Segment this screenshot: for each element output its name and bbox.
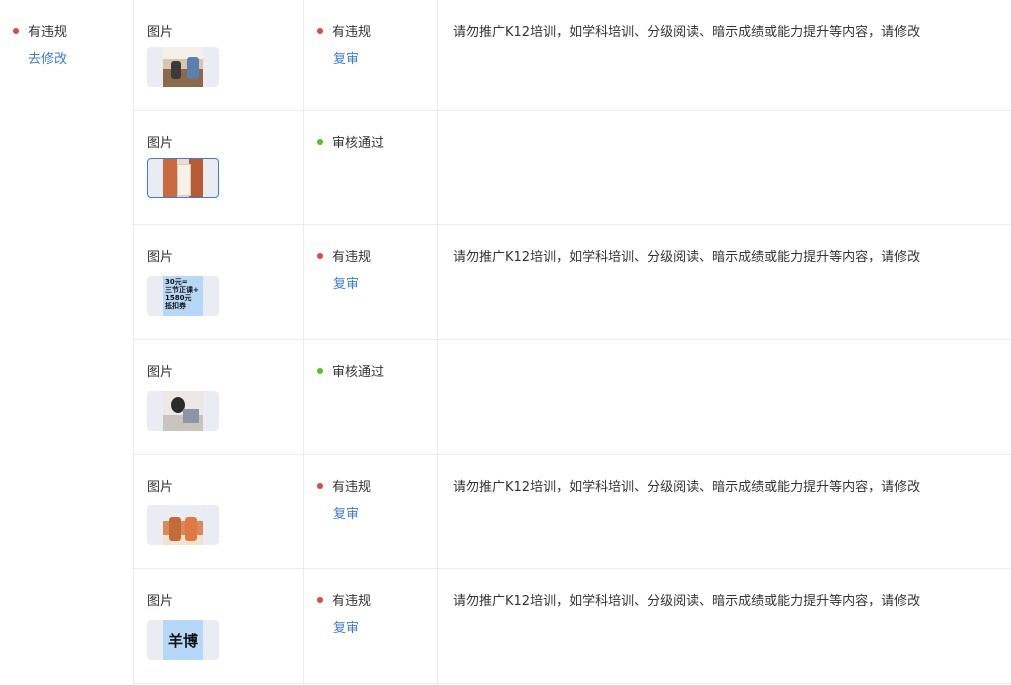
overall-status-label: 有违规 — [28, 25, 68, 40]
material-type-cell: 图片 — [134, 111, 304, 224]
review-status: 审核通过 — [317, 361, 384, 380]
recheck-link[interactable]: 复审 — [333, 503, 359, 522]
material-rows: 图片 有违规 复审 请勿推广K12培训，如学科培训、分级阅读、暗示成绩或能力提升… — [134, 0, 1011, 685]
material-type-label: 图片 — [147, 594, 174, 609]
table-row: 图片 审核通过 — [134, 111, 1011, 225]
review-status-label: 有违规 — [332, 594, 372, 609]
review-status-cell: 有违规 复审 — [304, 455, 438, 568]
review-status-cell: 有违规 复审 — [304, 569, 438, 683]
go-modify-link[interactable]: 去修改 — [28, 48, 67, 67]
review-status-label: 有违规 — [332, 250, 372, 265]
recheck-link[interactable]: 复审 — [333, 48, 359, 67]
review-status-cell: 审核通过 — [304, 340, 438, 454]
table-row: 图片 有违规 复审 请勿推广K12培训，如学科培训、分级阅读、暗示成绩或能力提升… — [134, 0, 1011, 111]
review-status-cell: 有违规 复审 — [304, 225, 438, 339]
review-status-cell: 有违规 复审 — [304, 0, 438, 110]
recheck-link[interactable]: 复审 — [333, 617, 359, 636]
study-photo-icon — [163, 391, 203, 431]
review-status-label: 审核通过 — [332, 136, 385, 151]
review-status-label: 有违规 — [332, 480, 372, 495]
violation-dot-icon — [317, 596, 323, 603]
review-status-label: 有违规 — [332, 25, 372, 40]
review-table: 有违规 去修改 图片 有违规 复审 请勿推广K12培训，如学科培训、分级阅读、暗… — [0, 0, 1011, 685]
material-type-cell: 图片 — [134, 0, 304, 110]
image-thumbnail[interactable]: 羊博 — [147, 620, 219, 660]
image-thumbnail[interactable] — [147, 391, 219, 431]
violation-reason: 请勿推广K12培训，如学科培训、分级阅读、暗示成绩或能力提升等内容，请修改 — [453, 480, 921, 495]
reason-cell: 请勿推广K12培训，如学科培训、分级阅读、暗示成绩或能力提升等内容，请修改 — [438, 455, 1011, 568]
image-thumbnail[interactable] — [147, 158, 219, 198]
review-status-label: 审核通过 — [332, 365, 385, 380]
review-status: 有违规 — [317, 590, 371, 609]
reason-cell: 请勿推广K12培训，如学科培训、分级阅读、暗示成绩或能力提升等内容，请修改 — [438, 225, 1011, 339]
violation-dot-icon — [317, 482, 323, 489]
review-status: 有违规 — [317, 476, 371, 495]
violation-dot-icon — [317, 252, 323, 259]
review-status: 审核通过 — [317, 132, 384, 151]
material-type-cell: 图片 — [134, 340, 304, 454]
review-status: 有违规 — [317, 21, 371, 40]
table-row: 图片 羊博 有违规 复审 请勿推广K12培训，如学科培训、分级阅读、暗示成绩或能… — [134, 569, 1011, 684]
material-type-cell: 图片 30元= 三节正课+ 1580元 抵扣券 — [134, 225, 304, 339]
reason-cell — [438, 111, 1011, 224]
material-type-label: 图片 — [147, 365, 174, 380]
kids-photo-icon — [163, 505, 203, 545]
image-thumbnail[interactable]: 30元= 三节正课+ 1580元 抵扣券 — [147, 276, 219, 316]
violation-reason: 请勿推广K12培训，如学科培训、分级阅读、暗示成绩或能力提升等内容，请修改 — [453, 25, 921, 40]
pass-dot-icon — [317, 367, 323, 374]
material-type-cell: 图片 — [134, 455, 304, 568]
classroom-photo-icon — [163, 47, 203, 87]
table-row: 图片 30元= 三节正课+ 1580元 抵扣券 有违规 复审 请勿推广K12培训… — [134, 225, 1011, 340]
recheck-link[interactable]: 复审 — [333, 273, 359, 292]
violation-reason: 请勿推广K12培训，如学科培训、分级阅读、暗示成绩或能力提升等内容，请修改 — [453, 594, 921, 609]
violation-reason: 请勿推广K12培训，如学科培训、分级阅读、暗示成绩或能力提升等内容，请修改 — [453, 250, 921, 265]
review-status: 有违规 — [317, 246, 371, 265]
reason-cell: 请勿推广K12培训，如学科培训、分级阅读、暗示成绩或能力提升等内容，请修改 — [438, 569, 1011, 683]
table-row: 图片 有违规 复审 请勿推广K12培训，如学科培训、分级阅读、暗示成绩或能力提升… — [134, 455, 1011, 569]
material-type-label: 图片 — [147, 480, 174, 495]
image-thumbnail[interactable] — [147, 505, 219, 545]
table-row: 图片 审核通过 — [134, 340, 1011, 455]
pass-dot-icon — [317, 138, 323, 145]
promo-poster-icon: 30元= 三节正课+ 1580元 抵扣券 — [163, 276, 203, 316]
overall-status: 有违规 — [13, 21, 67, 40]
material-type-cell: 图片 羊博 — [134, 569, 304, 683]
material-type-label: 图片 — [147, 136, 174, 151]
material-type-label: 图片 — [147, 25, 174, 40]
text-image-icon: 羊博 — [163, 620, 203, 660]
material-type-label: 图片 — [147, 250, 174, 265]
violation-dot-icon — [317, 27, 323, 34]
reason-cell: 请勿推广K12培训，如学科培训、分级阅读、暗示成绩或能力提升等内容，请修改 — [438, 0, 1011, 110]
review-status-cell: 审核通过 — [304, 111, 438, 224]
overall-status-column: 有违规 去修改 — [0, 0, 134, 685]
reason-cell — [438, 340, 1011, 454]
hallway-photo-icon — [163, 159, 203, 197]
violation-dot-icon — [13, 27, 19, 34]
image-thumbnail[interactable] — [147, 47, 219, 87]
